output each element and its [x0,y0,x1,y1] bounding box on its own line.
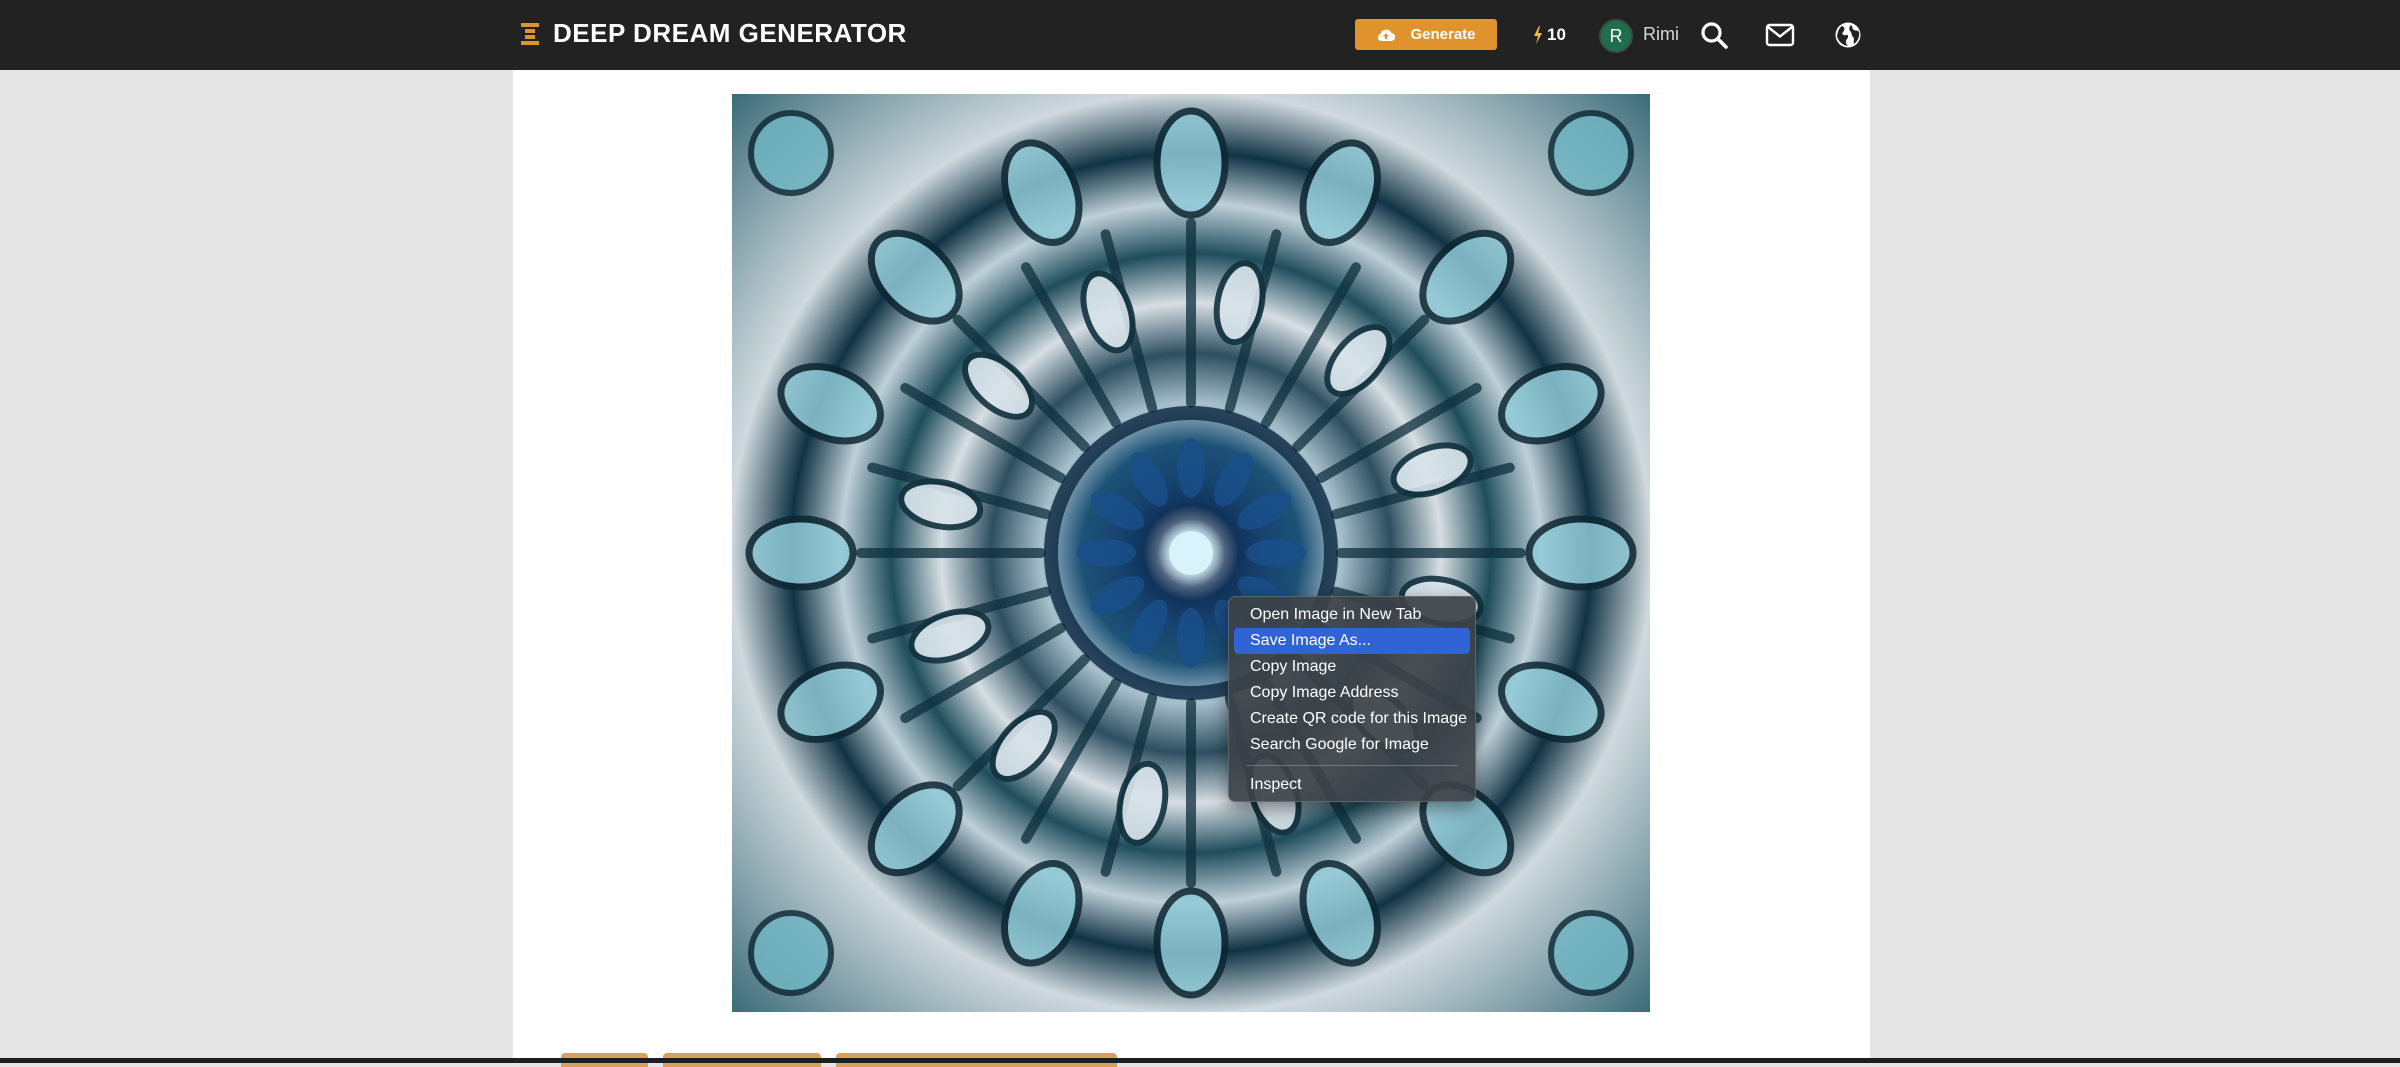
menu-item-search-google-image[interactable]: Search Google for Image [1234,732,1470,758]
site-logo-text[interactable]: DEEP DREAM GENERATOR [553,18,907,49]
top-navbar: DEEP DREAM GENERATOR Generate 10 R Rimi [0,0,2400,70]
bottom-edge-bar [0,1058,2400,1063]
energy-counter[interactable]: 10 [1533,23,1566,47]
menu-item-create-qr-code[interactable]: Create QR code for this Image [1234,706,1470,732]
mail-icon[interactable] [1765,20,1795,50]
menu-item-copy-image-address[interactable]: Copy Image Address [1234,680,1470,706]
generate-button[interactable]: Generate [1355,19,1497,50]
context-menu: Open Image in New Tab Save Image As... C… [1228,596,1476,802]
navbar-inner: DEEP DREAM GENERATOR Generate 10 R Rimi [513,0,1870,70]
menu-item-copy-image[interactable]: Copy Image [1234,654,1470,680]
energy-count: 10 [1547,25,1566,44]
avatar[interactable]: R [1599,19,1633,53]
menu-item-open-image-new-tab[interactable]: Open Image in New Tab [1234,602,1470,628]
menu-item-inspect[interactable]: Inspect [1234,772,1470,798]
menu-separator [1246,765,1458,766]
cloud-upload-icon [1378,29,1396,41]
menu-item-save-image-as[interactable]: Save Image As... [1234,628,1470,654]
lightning-icon [1534,26,1542,44]
username-label[interactable]: Rimi [1643,24,1679,45]
dream-artwork-image[interactable] [732,94,1650,1012]
generate-button-label: Generate [1410,26,1476,43]
search-icon[interactable] [1699,20,1729,50]
menu-icon[interactable] [519,22,541,46]
globe-icon[interactable] [1833,20,1863,50]
